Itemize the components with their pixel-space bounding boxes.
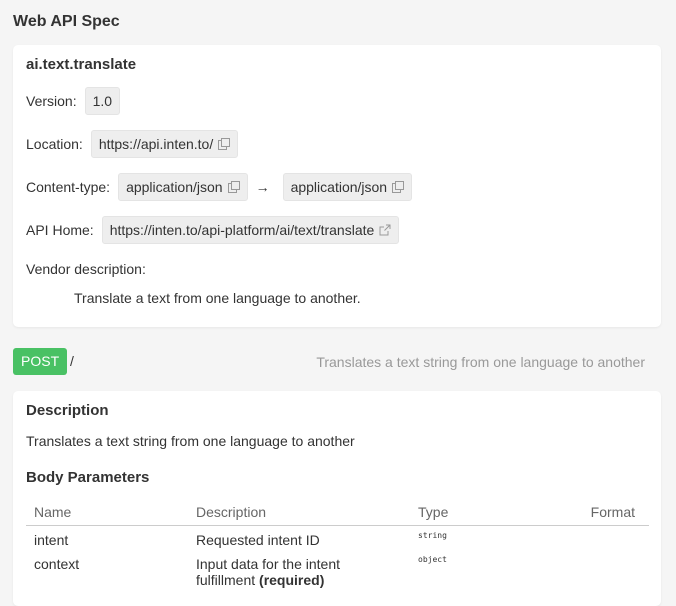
column-header-description: Description bbox=[188, 503, 410, 526]
api-info-card: ai.text.translate Version: 1.0 Location:… bbox=[13, 45, 661, 327]
body-params-title: Body Parameters bbox=[26, 469, 150, 486]
vendor-description: Translate a text from one language to an… bbox=[74, 290, 361, 306]
location-value: https://api.inten.to/ bbox=[98, 136, 214, 152]
description-text: Translates a text string from one langua… bbox=[26, 433, 355, 449]
param-required: (required) bbox=[259, 572, 325, 588]
endpoint-path: / bbox=[70, 353, 74, 369]
content-type-in: application/json bbox=[126, 179, 223, 195]
api-home-link[interactable]: https://inten.to/api-platform/ai/text/tr… bbox=[101, 216, 400, 244]
api-home-url[interactable]: https://inten.to/api-platform/ai/text/tr… bbox=[110, 222, 375, 238]
param-name: context bbox=[34, 556, 80, 572]
param-description-cell: Input data for the intent fulfillment (r… bbox=[188, 550, 410, 590]
version-value: 1.0 bbox=[84, 87, 121, 115]
param-description: Requested intent ID bbox=[196, 532, 320, 548]
param-type: object bbox=[418, 555, 447, 564]
copy-icon[interactable] bbox=[227, 181, 240, 193]
method-badge[interactable]: POST bbox=[13, 348, 68, 375]
content-type-label: Content-type: bbox=[26, 179, 111, 195]
location-row: Location: https://api.inten.to/ bbox=[26, 130, 239, 158]
table-row: context Input data for the intent fulfil… bbox=[26, 550, 649, 590]
table-header-row: Name Description Type Format bbox=[26, 503, 649, 526]
column-header-type: Type bbox=[410, 503, 576, 526]
location-chip: https://api.inten.to/ bbox=[90, 130, 239, 158]
api-home-label: API Home: bbox=[26, 222, 94, 238]
param-format bbox=[576, 550, 649, 590]
body-params-table: Name Description Type Format intent Requ… bbox=[26, 503, 649, 590]
content-type-out-chip: application/json bbox=[282, 173, 413, 201]
external-link-icon[interactable] bbox=[379, 224, 391, 236]
endpoint-summary: Translates a text string from one langua… bbox=[316, 354, 645, 370]
content-type-out: application/json bbox=[290, 179, 388, 195]
version-label: Version: bbox=[26, 93, 77, 109]
content-type-row: Content-type: application/json → applica… bbox=[26, 173, 413, 201]
vendor-description-label: Vendor description: bbox=[26, 261, 146, 277]
arrow-right-icon: → bbox=[255, 179, 270, 195]
description-title: Description bbox=[26, 402, 109, 419]
page-title: Web API Spec bbox=[13, 13, 120, 30]
param-name: intent bbox=[34, 532, 69, 548]
column-header-name: Name bbox=[26, 503, 188, 526]
content-type-in-chip: application/json bbox=[118, 173, 248, 201]
location-label: Location: bbox=[26, 136, 83, 152]
endpoint-row[interactable]: POST / Translates a text string from one… bbox=[13, 348, 661, 375]
copy-icon[interactable] bbox=[392, 181, 405, 193]
table-row: intent Requested intent ID string bbox=[26, 526, 649, 551]
version-row: Version: 1.0 bbox=[26, 87, 121, 115]
endpoint-details-card: Description Translates a text string fro… bbox=[13, 391, 661, 606]
api-name: ai.text.translate bbox=[26, 56, 137, 73]
column-header-format: Format bbox=[576, 503, 649, 526]
param-format bbox=[576, 526, 649, 551]
param-type: string bbox=[418, 531, 447, 540]
api-home-row: API Home: https://inten.to/api-platform/… bbox=[26, 216, 400, 244]
copy-icon[interactable] bbox=[218, 138, 231, 150]
